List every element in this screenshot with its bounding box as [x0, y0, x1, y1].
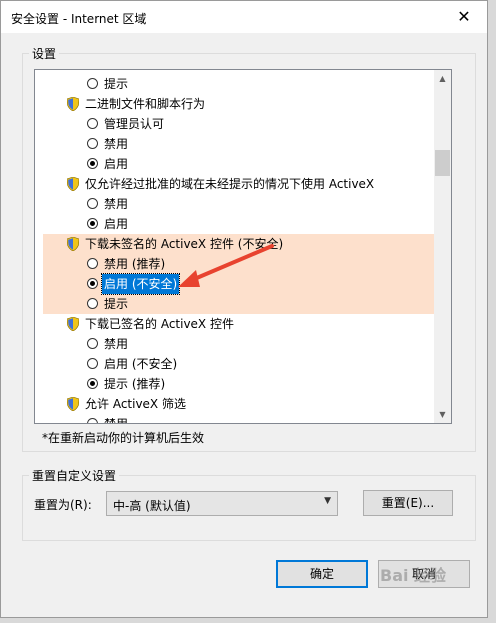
setting-category-label: 二进制文件和脚本行为 [85, 97, 206, 111]
shield-icon [66, 176, 80, 192]
vertical-scrollbar[interactable]: ▲ ▼ [434, 70, 451, 423]
shield-icon [66, 236, 80, 252]
setting-option-label[interactable]: 管理员认可 [104, 114, 164, 134]
chevron-down-icon: ▼ [324, 496, 331, 506]
reset-group-label: 重置自定义设置 [29, 467, 120, 484]
setting-option-label[interactable]: 启用 [104, 214, 128, 234]
scroll-down-icon[interactable]: ▼ [434, 406, 451, 423]
close-icon[interactable]: ✕ [441, 1, 487, 33]
ok-button[interactable]: 确定 [276, 560, 368, 588]
setting-option-label[interactable]: 提示 (推荐) [104, 374, 165, 394]
setting-category-label: 允许 ActiveX 筛选 [85, 397, 186, 411]
security-settings-dialog: 安全设置 - Internet 区域 ✕ 设置 提示 二进制文件和脚本行为 管理员认… [0, 0, 488, 618]
watermark-text: Bai 经验 [380, 566, 447, 585]
scroll-thumb[interactable] [435, 150, 450, 176]
setting-option-label[interactable]: 禁用 [104, 134, 128, 154]
reset-level-dropdown[interactable]: 中-高 (默认值) ▼ [106, 491, 338, 516]
reset-to-label: 重置为(R): [34, 498, 92, 512]
radio-unchecked-icon[interactable] [87, 358, 98, 369]
setting-option-label[interactable]: 提示 [104, 294, 128, 314]
setting-option-label[interactable]: 禁用 [104, 334, 128, 354]
setting-option-label[interactable]: 启用 (不安全) [104, 354, 177, 374]
dropdown-value: 中-高 (默认值) [113, 499, 191, 513]
setting-category-label: 下载未签名的 ActiveX 控件 (不安全) [85, 237, 284, 251]
shield-icon [66, 316, 80, 332]
setting-option-label[interactable]: 禁用 [104, 194, 128, 214]
radio-unchecked-icon[interactable] [87, 418, 98, 423]
radio-checked-icon[interactable] [87, 378, 98, 389]
setting-category-label: 下载已签名的 ActiveX 控件 [85, 317, 234, 331]
setting-option-label[interactable]: 禁用 [104, 414, 128, 423]
ok-button-label: 确定 [309, 567, 334, 581]
window-title: 安全设置 - Internet 区域 [11, 12, 147, 26]
title-bar: 安全设置 - Internet 区域 ✕ [1, 1, 487, 33]
radio-unchecked-icon[interactable] [87, 78, 98, 89]
restart-note: *在重新启动你的计算机后生效 [42, 431, 205, 445]
setting-option-label[interactable]: 禁用 (推荐) [104, 254, 165, 274]
radio-checked-icon[interactable] [87, 278, 98, 289]
setting-option-label[interactable]: 启用 [104, 154, 128, 174]
reset-button-label: 重置(E)... [381, 496, 435, 510]
shield-icon [66, 396, 80, 412]
radio-unchecked-icon[interactable] [87, 338, 98, 349]
radio-unchecked-icon[interactable] [87, 298, 98, 309]
settings-group-label: 设置 [29, 45, 60, 62]
watermark: Bai 经验 [380, 562, 480, 612]
setting-category-label: 仅允许经过批准的域在未经提示的情况下使用 ActiveX [85, 177, 375, 191]
radio-unchecked-icon[interactable] [87, 258, 98, 269]
radio-unchecked-icon[interactable] [87, 138, 98, 149]
settings-list[interactable]: 提示 二进制文件和脚本行为 管理员认可 禁用 启用 仅允许经过批准的域在未经提示的情况下使… [34, 69, 452, 424]
radio-unchecked-icon[interactable] [87, 198, 98, 209]
reset-button[interactable]: 重置(E)... [363, 490, 453, 516]
setting-option-label[interactable]: 启用 (不安全) [100, 273, 181, 295]
shield-icon [66, 96, 80, 112]
radio-checked-icon[interactable] [87, 158, 98, 169]
radio-unchecked-icon[interactable] [87, 118, 98, 129]
scroll-up-icon[interactable]: ▲ [434, 70, 451, 87]
setting-option-label[interactable]: 提示 [104, 74, 128, 94]
radio-checked-icon[interactable] [87, 218, 98, 229]
